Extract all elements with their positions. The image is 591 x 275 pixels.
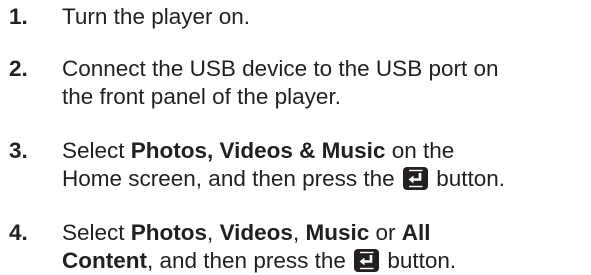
step-text: Select Photos, Videos, Music or All Cont…	[62, 219, 587, 275]
step-line: Turn the player on.	[62, 3, 587, 31]
text: button.	[381, 248, 457, 273]
menu-name-videos: Videos	[219, 220, 293, 245]
step-text: Turn the player on.	[62, 3, 587, 31]
step-line: Select Photos, Videos & Music on the	[62, 137, 587, 165]
step-line: Connect the USB device to the USB port o…	[62, 55, 587, 83]
text: on the	[385, 138, 455, 163]
step-line: Home screen, and then press the button.	[62, 165, 587, 193]
menu-name-photos: Photos	[130, 220, 208, 245]
step-number: 2.	[9, 56, 28, 81]
text: Connect the USB device to the USB port o…	[62, 56, 499, 81]
menu-name-all: All	[401, 220, 431, 245]
step-number: 4.	[9, 220, 28, 245]
enter-icon	[354, 249, 380, 272]
step-number: 3.	[9, 138, 28, 163]
menu-name-photos-videos-music: Photos, Videos & Music	[130, 138, 386, 163]
instruction-list: 1. Turn the player on. 2. Connect the US…	[0, 0, 591, 273]
text: the front panel of the player.	[62, 84, 341, 109]
step-line: Content, and then press the button.	[62, 247, 587, 275]
text: Select	[62, 220, 131, 245]
step-text: Select Photos, Videos & Music on the Hom…	[62, 137, 587, 193]
text: or	[369, 220, 402, 245]
step-text: Connect the USB device to the USB port o…	[62, 55, 587, 111]
text: , and then press the	[146, 248, 353, 273]
step-line: Select Photos, Videos, Music or All	[62, 219, 587, 247]
text: Turn the player on.	[62, 4, 251, 29]
text: button.	[429, 166, 506, 191]
enter-icon	[402, 167, 428, 190]
text: ,	[292, 220, 306, 245]
step-number: 1.	[9, 4, 28, 29]
menu-name-content: Content	[62, 248, 147, 273]
menu-name-music: Music	[305, 220, 370, 245]
text: ,	[207, 220, 220, 245]
text: Select	[62, 138, 131, 163]
step-line: the front panel of the player.	[62, 83, 587, 111]
text: Home screen, and then press the	[62, 166, 401, 191]
